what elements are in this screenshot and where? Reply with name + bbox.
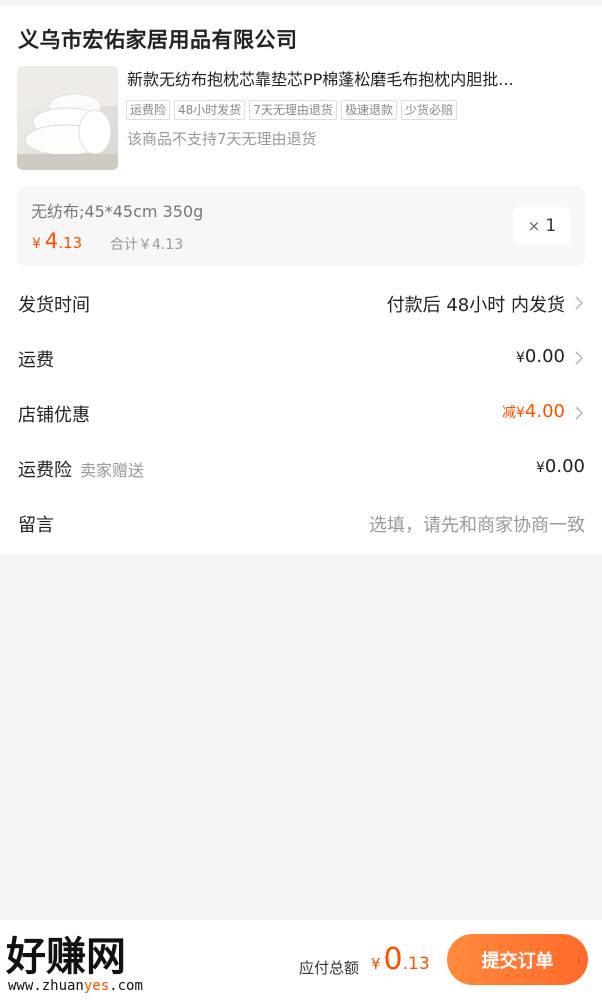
logo-url-b: yes: [84, 978, 109, 994]
price-integer: 4: [44, 229, 59, 253]
row-label: 发货时间: [18, 295, 90, 316]
freight-value: ¥0.00: [516, 346, 565, 367]
total-price: ¥0.13: [371, 942, 430, 977]
discount-amount: 4.00: [524, 401, 565, 422]
currency-symbol: ¥: [371, 955, 381, 973]
row-label: 留言: [18, 515, 54, 536]
row-label: 运费: [18, 350, 54, 371]
shipping-prefix: 付款后: [386, 295, 447, 316]
pillow-image: [17, 66, 118, 170]
product-title[interactable]: 新款无纺布抱枕芯靠垫芯PP棉蓬松磨毛布抱枕内胆批...: [127, 66, 589, 90]
service-tag: 极速退款: [340, 100, 397, 120]
submit-order-button[interactable]: 提交订单: [447, 934, 588, 985]
sku-box: 无纺布;45*45cm 350g ¥4.13 合计￥4.13 × 1: [17, 186, 585, 266]
product-image[interactable]: [17, 66, 118, 170]
logo-url-c: .com: [109, 978, 143, 994]
discount-value: 减¥4.00: [502, 401, 565, 422]
chevron-right-icon: [575, 406, 584, 420]
watermark-logo: 好赚网 www.zhuanyes.com: [6, 934, 143, 994]
row-freight-insurance: 运费险 卖家赠送 ¥0.00: [0, 448, 602, 488]
currency-symbol: ¥: [516, 350, 525, 366]
row-message[interactable]: 留言 选填，请先和商家协商一致: [0, 503, 602, 543]
service-tags: 运费险 48小时发货 7天无理由退货 极速退款 少货必赔: [126, 100, 457, 120]
total-label: 应付总额: [299, 959, 360, 977]
row-label: 店铺优惠: [18, 405, 90, 426]
chevron-right-icon: [575, 296, 584, 310]
service-tag: 48小时发货: [174, 100, 246, 120]
sku-spec: 无纺布;45*45cm 350g: [31, 202, 204, 221]
row-label: 运费险 卖家赠送: [18, 456, 144, 482]
service-tag: 少货必赔: [400, 100, 457, 120]
total-integer: 0: [383, 942, 403, 977]
freight-insurance-amount: 0.00: [544, 456, 585, 477]
row-shop-discount[interactable]: 店铺优惠 减¥4.00: [0, 393, 602, 433]
shipping-hours: 48小时: [446, 295, 506, 316]
discount-prefix: 减: [502, 405, 516, 421]
currency-symbol: ¥: [32, 236, 41, 252]
row-freight[interactable]: 运费 ¥0.00: [0, 338, 602, 378]
quantity-stepper[interactable]: × 1: [513, 207, 571, 245]
freight-insurance-value: ¥0.00: [536, 456, 585, 477]
service-tag: 运费险: [126, 100, 171, 120]
bottom-bar: 好赚网 www.zhuanyes.com 应付总额 ¥0.13 提交订单: [0, 920, 602, 1000]
service-tag: 7天无理由退货: [249, 100, 337, 120]
shipping-time-value: 付款后 48小时 内发货: [387, 291, 565, 317]
row-shipping-time[interactable]: 发货时间 付款后 48小时 内发货: [0, 283, 602, 323]
shop-name[interactable]: 义乌市宏佑家居用品有限公司: [18, 24, 298, 54]
freight-insurance-sublabel: 卖家赠送: [80, 461, 145, 480]
chevron-right-icon: [575, 351, 584, 365]
sku-subtotal: 合计￥4.13: [110, 237, 184, 253]
quantity-value: 1: [545, 216, 557, 236]
freight-insurance-label: 运费险: [18, 460, 72, 481]
message-input[interactable]: 选填，请先和商家协商一致: [369, 511, 585, 537]
currency-symbol: ¥: [516, 405, 525, 421]
logo-text: 好赚网: [6, 934, 126, 980]
logo-url-a: www.zhuan: [8, 978, 84, 994]
shipping-suffix: 内发货: [505, 295, 565, 316]
order-card: 义乌市宏佑家居用品有限公司 新款无纺布抱枕芯靠垫芯PP棉蓬松磨毛布抱枕内胆批..…: [0, 6, 602, 554]
currency-symbol: ¥: [536, 460, 545, 476]
freight-amount: 0.00: [524, 346, 565, 367]
price-decimal: .13: [58, 234, 83, 252]
svg-text:www.zhuanyes.com: www.zhuanyes.com: [8, 978, 143, 994]
times-symbol: ×: [527, 217, 541, 235]
no-return-notice: 该商品不支持7天无理由退货: [127, 130, 317, 148]
sku-price: ¥4.13: [32, 229, 82, 253]
total-decimal: .13: [402, 954, 430, 974]
